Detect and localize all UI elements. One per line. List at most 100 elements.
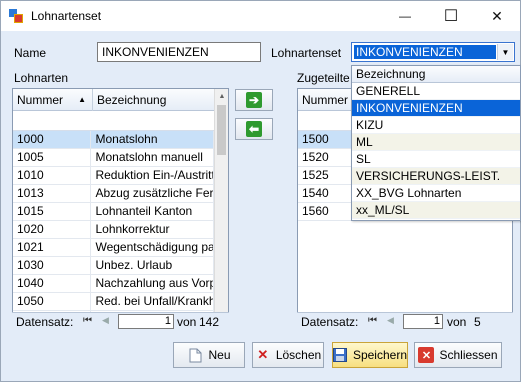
lohnarten-grid-header: Nummer ▲ Bezeichnung [13, 89, 228, 111]
close-x-icon: ✕ [418, 347, 435, 363]
remove-from-set-button[interactable]: ⬅ [235, 118, 273, 140]
table-row[interactable]: 1010 Reduktion Ein-/Austritt [13, 167, 214, 185]
vertical-scrollbar[interactable]: ▲ ▼ [214, 89, 228, 329]
filter-row[interactable] [13, 111, 214, 131]
lohnartenset-label: Lohnartenset [271, 46, 342, 60]
cell-nummer: 1500 [298, 131, 358, 148]
cell-nummer: 1520 [298, 149, 358, 166]
record-label: Datensatz: [16, 315, 74, 329]
delete-x-icon: ✕ [257, 347, 269, 362]
cell-nummer: 1000 [13, 131, 92, 148]
dropdown-item[interactable]: SL [352, 151, 520, 168]
lohnartenset-dropdown-list[interactable]: Bezeichnung GENERELL INKONVENIENZEN KIZU ML… [351, 65, 521, 221]
table-row[interactable]: 1050Red. bei Unfall/Krankheit [13, 293, 214, 311]
first-record-icon[interactable]: ⏮ [368, 315, 377, 326]
title-bar: Lohnartenset — ☐ ✕ [1, 1, 520, 31]
cell-nummer: 1010 [13, 167, 92, 184]
table-row[interactable]: 1020 Lohnkorrektur [13, 221, 214, 239]
record-of-label: von [177, 315, 197, 329]
cell-bezeichnung: Abzug zusätzliche Ferien [91, 185, 214, 202]
table-row[interactable]: 1000 Monatslohn [13, 131, 214, 149]
cell-nummer: 1050 [13, 293, 92, 310]
dropdown-item[interactable]: xx_ML/SL [352, 202, 520, 219]
delete-button-label: Löschen [275, 348, 322, 362]
close-window-button[interactable]: ✕ [474, 1, 520, 31]
cell-nummer: 1540 [298, 185, 358, 202]
add-to-set-button[interactable]: ➔ [235, 89, 273, 111]
app-icon [9, 9, 23, 23]
table-row[interactable]: 1030 Unbez. Urlaub [13, 257, 214, 275]
cell-nummer: 1040 [13, 275, 92, 292]
column-header-nummer-label: Nummer [302, 93, 349, 107]
dropdown-item[interactable]: XX_BVG Lohnarten [352, 185, 520, 202]
dropdown-item[interactable]: INKONVENIENZEN [352, 100, 520, 117]
cell-nummer: 1005 [13, 149, 92, 166]
table-row[interactable]: 1021Wegentschädigung pauschal [13, 239, 214, 257]
name-label: Name [14, 46, 47, 60]
record-of-label: von [447, 315, 467, 329]
column-header-nummer[interactable]: Nummer ▲ [13, 89, 93, 111]
cell-bezeichnung: Nachzahlung aus Vorperiode [91, 275, 214, 292]
column-header-nummer[interactable]: Nummer [298, 89, 358, 111]
column-header-bezeichnung-label: Bezeichnung [97, 93, 167, 107]
new-button-label: Neu [208, 348, 231, 362]
cell-nummer: 1525 [298, 167, 358, 184]
close-button-label: Schliessen [439, 348, 498, 362]
minimize-icon: — [399, 9, 411, 23]
scrollbar-thumb[interactable] [217, 105, 226, 155]
new-document-icon [187, 347, 203, 363]
lohnarten-grid-body: 1000 Monatslohn 1005 Monatslohn manuell 1010… [13, 131, 214, 329]
column-header-nummer-label: Nummer [17, 93, 64, 107]
cell-bezeichnung: Red. bei Unfall/Krankheit [91, 293, 214, 310]
dropdown-item[interactable]: KIZU [352, 117, 520, 134]
cell-bezeichnung: Unbez. Urlaub [91, 257, 214, 274]
table-row[interactable]: 1005 Monatslohn manuell [13, 149, 214, 167]
new-button[interactable]: Neu [173, 342, 245, 368]
lohnartenset-combo-value: INKONVENIENZEN [354, 45, 496, 59]
cell-nummer: 1015 [13, 203, 92, 220]
column-header-bezeichnung[interactable]: Bezeichnung [93, 89, 218, 111]
arrow-right-icon: ➔ [246, 92, 262, 108]
lohnartenset-combo[interactable]: INKONVENIENZEN ▼ [351, 42, 515, 62]
cell-bezeichnung: Monatslohn manuell [91, 149, 214, 166]
close-icon: ✕ [491, 7, 503, 24]
lohnartenset-window: Lohnartenset — ☐ ✕ Name INKONVENIENZEN L… [0, 0, 521, 382]
maximize-icon: ☐ [443, 8, 459, 25]
cell-bezeichnung: Wegentschädigung pauschal [91, 239, 214, 256]
record-total: 142 [199, 315, 220, 329]
table-row[interactable]: 1015 Lohnanteil Kanton [13, 203, 214, 221]
cell-bezeichnung: Lohnkorrektur [91, 221, 214, 238]
cell-bezeichnung: Reduktion Ein-/Austritt [91, 167, 214, 184]
close-button[interactable]: ✕ Schliessen [414, 342, 502, 368]
cell-nummer: 1020 [13, 221, 92, 238]
dropdown-item[interactable]: GENERELL [352, 83, 520, 100]
previous-record-icon[interactable]: ◀ [102, 315, 109, 326]
dropdown-item[interactable]: VERSICHERUNGS-LEIST. [352, 168, 520, 185]
cell-nummer: 1030 [13, 257, 92, 274]
record-position-input[interactable]: 1 [403, 314, 443, 329]
cell-nummer: 1021 [13, 239, 92, 256]
maximize-button[interactable]: ☐ [428, 1, 474, 31]
table-row[interactable]: 1040Nachzahlung aus Vorperiode [13, 275, 214, 293]
cell-nummer: 1013 [13, 185, 92, 202]
save-button-label: Speichern [352, 348, 407, 362]
lohnarten-record-navigator: Datensatz: ⏮ ◀ 1 von 142 [12, 312, 229, 330]
window-title: Lohnartenset [31, 9, 102, 23]
chevron-down-icon[interactable]: ▼ [497, 44, 513, 60]
record-label: Datensatz: [301, 315, 359, 329]
minimize-button[interactable]: — [382, 1, 428, 31]
cell-bezeichnung: Monatslohn [91, 131, 214, 148]
zugeteilte-record-navigator: Datensatz: ⏮ ◀ 1 von 5 [297, 312, 513, 330]
previous-record-icon[interactable]: ◀ [387, 315, 394, 326]
scroll-up-icon[interactable]: ▲ [215, 89, 228, 103]
record-position-input[interactable]: 1 [118, 314, 174, 329]
dropdown-item[interactable]: ML [352, 134, 520, 151]
name-input[interactable]: INKONVENIENZEN [97, 42, 261, 62]
lohnarten-grid[interactable]: Nummer ▲ Bezeichnung 1000 Monatslohn 1005 M… [12, 88, 229, 330]
cell-nummer: 1560 [298, 203, 358, 220]
arrow-left-icon: ⬅ [246, 121, 262, 137]
save-button[interactable]: Speichern [332, 342, 408, 368]
first-record-icon[interactable]: ⏮ [83, 315, 92, 326]
delete-button[interactable]: ✕ Löschen [252, 342, 324, 368]
table-row[interactable]: 1013Abzug zusätzliche Ferien [13, 185, 214, 203]
